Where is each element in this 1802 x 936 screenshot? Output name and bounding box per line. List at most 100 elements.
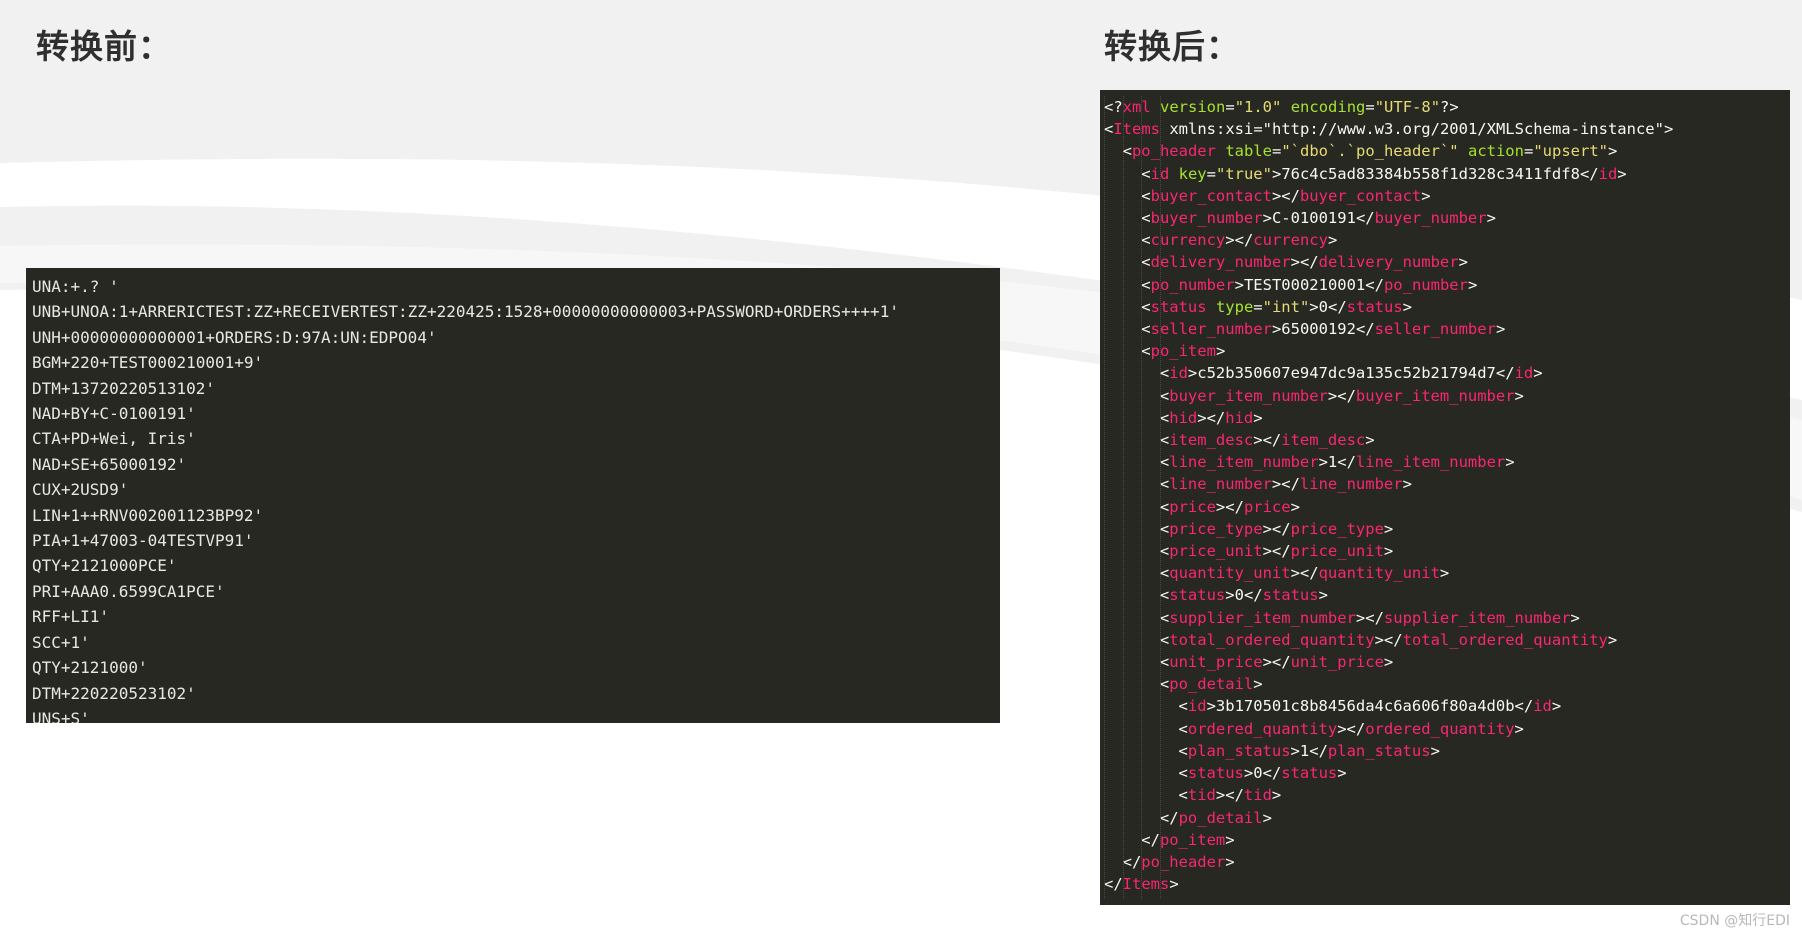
xml-line: <ordered_quantity></ordered_quantity> xyxy=(1104,718,1790,740)
xml-token-tag: buyer_item_number xyxy=(1355,386,1515,405)
xml-token-tag: price_type xyxy=(1169,519,1263,538)
xml-token-punct: > xyxy=(1262,519,1272,538)
edi-line: NAD+BY+C-0100191' xyxy=(32,404,196,424)
xml-token-punct: > xyxy=(1169,875,1179,894)
xml-line: <hid></hid> xyxy=(1104,407,1790,429)
xml-token-punct: > xyxy=(1318,586,1328,605)
xml-token-text: 0 xyxy=(1318,297,1328,316)
xml-token-punct: > xyxy=(1570,608,1580,627)
xml-token-punct: > xyxy=(1309,297,1319,316)
xml-token-tag: line_item_number xyxy=(1169,453,1319,472)
xml-token-punct: > xyxy=(1383,653,1394,672)
xml-token-tag: currency xyxy=(1253,231,1328,250)
xml-line: <price_type></price_type> xyxy=(1104,518,1790,540)
xml-token-tag: delivery_number xyxy=(1318,253,1459,272)
xml-token-punct xyxy=(1281,98,1290,116)
xml-token-text: xmlns:xsi= xyxy=(1160,120,1263,139)
xml-token-tag: id xyxy=(1187,697,1207,716)
xml-token-punct: > xyxy=(1383,542,1394,561)
xml-token-punct: < xyxy=(1159,653,1170,672)
xml-token-punct: < xyxy=(1141,231,1151,250)
xml-token-tag: unit_price xyxy=(1290,653,1384,672)
xml-token-punct: </ xyxy=(1141,830,1160,849)
xml-token-tag: id xyxy=(1514,364,1534,383)
xml-line: <id key="true">76c4c5ad83384b558f1d328c3… xyxy=(1104,163,1790,185)
xml-token-tag: price_unit xyxy=(1169,542,1263,561)
xml-line: <?xml version="1.0" encoding="UTF-8"?> xyxy=(1104,96,1790,118)
xml-token-punct: < xyxy=(1178,741,1188,760)
xml-token-tag: po_detail xyxy=(1169,675,1254,694)
watermark: CSDN @知行EDI xyxy=(1679,913,1790,929)
xml-token-punct: < xyxy=(1141,253,1151,272)
xml-token-punct: > xyxy=(1215,342,1226,361)
xml-token-tag: total_ordered_quantity xyxy=(1169,630,1375,649)
xml-token-punct: < xyxy=(1104,120,1114,139)
xml-token-tag: status xyxy=(1346,297,1403,316)
xml-token-tag: line_number xyxy=(1299,475,1403,494)
xml-token-punct: > xyxy=(1271,186,1282,205)
xml-token-punct: > xyxy=(1253,675,1263,694)
xml-token-tag: status xyxy=(1262,586,1319,605)
xml-line: <id>c52b350607e947dc9a135c52b21794d7</id… xyxy=(1104,362,1790,384)
xml-token-punct: > xyxy=(1271,475,1282,494)
xml-token-punct: > xyxy=(1402,297,1412,316)
xml-token-punct: < xyxy=(1159,608,1170,627)
xml-token-punct: = xyxy=(1206,164,1216,183)
edi-line: BGM+220+TEST000210001+9' xyxy=(32,353,264,373)
xml-code-panel[interactable]: <?xml version="1.0" encoding="UTF-8"?> <I… xyxy=(1100,90,1790,905)
xml-token-punct: > xyxy=(1271,164,1282,183)
xml-token-tag: price_unit xyxy=(1290,542,1384,561)
xml-token-punct: < xyxy=(1141,320,1151,339)
xml-token-tag: buyer_contact xyxy=(1299,186,1422,205)
xml-token-text: 0 xyxy=(1253,764,1263,783)
xml-token-tag: po_item xyxy=(1159,830,1226,849)
xml-token-punct: > xyxy=(1262,808,1272,827)
xml-line: <delivery_number></delivery_number> xyxy=(1104,251,1790,273)
xml-token-punct: </ xyxy=(1365,608,1384,627)
xml-token-punct: > xyxy=(1225,830,1235,849)
xml-token-text: TEST000210001 xyxy=(1243,275,1366,294)
xml-token-tag: hid xyxy=(1169,408,1198,427)
xml-line: <po_number>TEST000210001</po_number> xyxy=(1104,274,1790,296)
xml-token-decl: xml xyxy=(1122,98,1151,116)
xml-token-punct: </ xyxy=(1243,586,1263,605)
xml-token-punct xyxy=(1169,165,1178,183)
xml-token-attr: type xyxy=(1215,297,1254,316)
edi-line: NAD+SE+65000192' xyxy=(32,454,187,474)
xml-token-punct: </ xyxy=(1337,453,1356,472)
xml-token-punct: </ xyxy=(1262,431,1282,450)
edi-line: CTA+PD+Wei, Iris' xyxy=(32,429,196,449)
edi-code-panel[interactable]: UNA:+.? ' UNB+UNOA:1+ARRERICTEST:ZZ+RECEI… xyxy=(26,268,1000,723)
xml-token-punct: > xyxy=(1290,497,1300,516)
xml-token-val: "true" xyxy=(1215,164,1272,183)
xml-line: </po_item> xyxy=(1104,829,1790,851)
xml-token-punct: </ xyxy=(1346,719,1366,738)
xml-token-punct: > xyxy=(1271,786,1282,805)
xml-token-tag: po_header xyxy=(1141,852,1226,871)
xml-token-punct: </ xyxy=(1104,875,1123,894)
xml-token-punct: < xyxy=(1159,519,1170,538)
xml-token-punct: > xyxy=(1430,741,1440,760)
xml-token-tag: buyer_number xyxy=(1374,209,1487,228)
xml-token-tag: status xyxy=(1281,764,1338,783)
xml-token-tag: po_number xyxy=(1150,275,1235,294)
xml-token-tag: price xyxy=(1169,497,1216,516)
xml-token-punct: = xyxy=(1365,98,1375,116)
edi-line: RFF+LI1' xyxy=(32,607,110,627)
xml-token-punct: > xyxy=(1206,697,1216,716)
xml-token-punct: < xyxy=(1159,475,1170,494)
edi-line: PRI+AAA0.6599CA1PCE' xyxy=(32,581,225,601)
xml-token-attr: version xyxy=(1160,98,1226,116)
xml-token-punct: > xyxy=(1187,364,1198,383)
xml-token-punct: > xyxy=(1551,697,1562,716)
xml-line: <buyer_number>C-0100191</buyer_number> xyxy=(1104,207,1790,229)
edi-line: DTM+220220523102' xyxy=(32,683,196,703)
xml-token-punct xyxy=(1216,142,1225,160)
xml-token-punct: > xyxy=(1458,253,1468,272)
xml-token-tag: id xyxy=(1150,164,1170,183)
xml-token-punct: > xyxy=(1290,741,1300,760)
xml-token-punct: </ xyxy=(1299,253,1319,272)
xml-token-tag: tid xyxy=(1187,786,1216,805)
xml-token-punct: = xyxy=(1253,297,1263,316)
xml-line: <id>3b170501c8b8456da4c6a606f80a4d0b</id… xyxy=(1104,695,1790,717)
